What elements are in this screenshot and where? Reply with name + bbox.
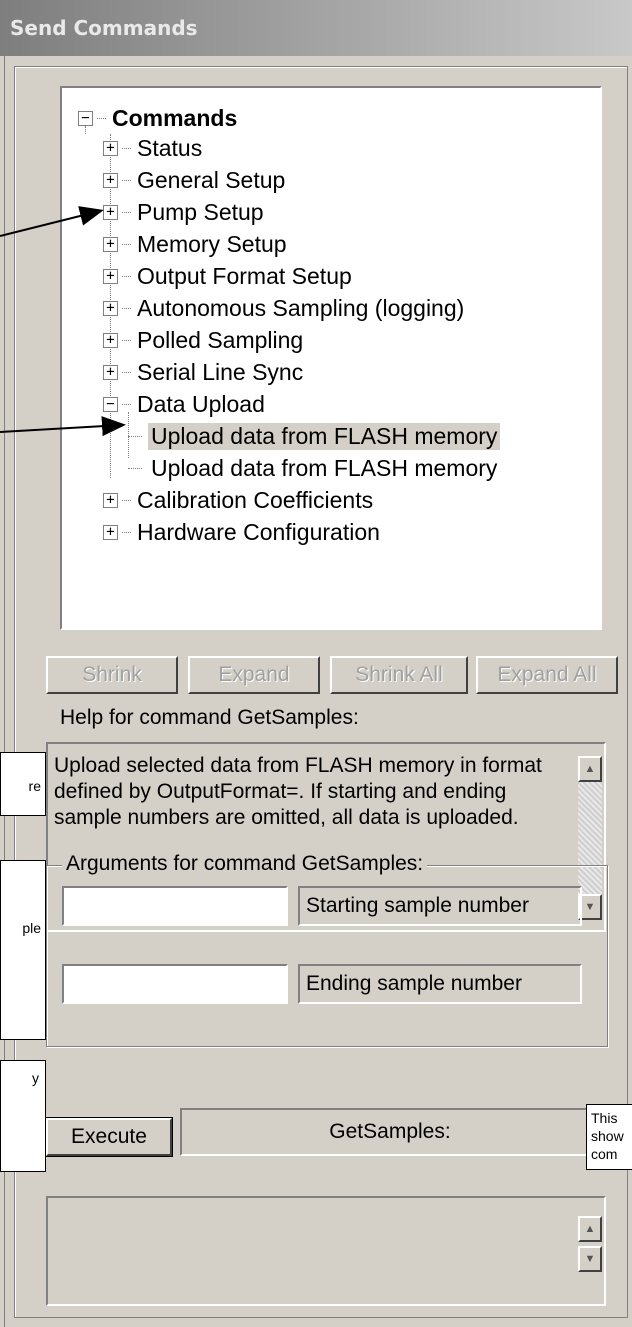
pointer-arrow-icon bbox=[0, 416, 126, 437]
annotation-arrows bbox=[0, 206, 126, 437]
pointer-arrow-icon bbox=[0, 206, 104, 237]
